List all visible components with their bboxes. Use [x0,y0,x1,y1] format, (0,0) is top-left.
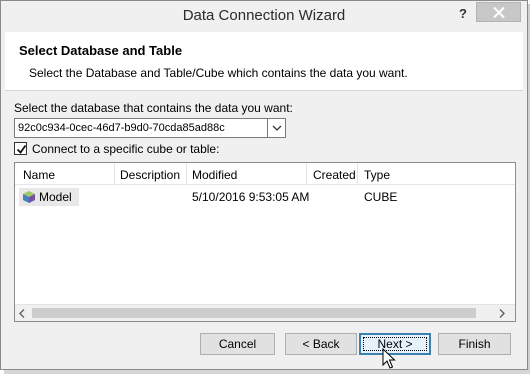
finish-button[interactable]: Finish [438,333,511,355]
dialog-window: Data Connection Wizard ? Select Database… [0,0,528,370]
title-bar[interactable]: Data Connection Wizard ? [1,1,527,32]
column-name[interactable]: Name [23,168,55,182]
scroll-left-icon[interactable] [19,309,25,318]
page-subtitle: Select the Database and Table/Cube which… [29,66,408,80]
cube-model-icon [23,191,35,203]
table-header: Name Description Modified Created Type [15,163,515,185]
cell-name: Model [39,190,72,204]
dropdown-button[interactable] [267,119,285,137]
cancel-button[interactable]: Cancel [200,333,275,355]
window-shadow-bottom [4,370,530,374]
chevron-down-icon [272,125,282,131]
cell-modified: 5/10/2016 9:53:05 AM [192,190,310,204]
close-icon [493,7,505,18]
column-created[interactable]: Created [313,168,356,182]
cell-type: CUBE [364,190,398,204]
column-separator [186,163,187,185]
column-separator [306,163,307,185]
scrollbar-thumb[interactable] [32,308,476,318]
window-title: Data Connection Wizard [182,7,346,24]
database-value: 92c0c934-0cec-46d7-b9d0-70cda85ad88c [18,122,225,134]
back-button[interactable]: < Back [285,333,357,355]
database-select[interactable]: 92c0c934-0cec-46d7-b9d0-70cda85ad88c [14,118,286,138]
wizard-header: Select Database and Table Select the Dat… [5,32,523,91]
horizontal-scrollbar[interactable] [15,304,515,321]
scroll-right-icon[interactable] [499,309,505,318]
column-description[interactable]: Description [120,168,180,182]
close-button[interactable] [476,2,521,22]
cube-checkbox[interactable] [14,142,27,155]
checkmark-icon [16,144,27,154]
page-title: Select Database and Table [19,43,183,58]
column-type[interactable]: Type [364,168,390,182]
column-modified[interactable]: Modified [192,168,237,182]
database-label: Select the database that contains the da… [14,101,293,115]
help-button[interactable]: ? [453,4,473,24]
column-separator [114,163,115,185]
mouse-cursor-icon [382,348,396,369]
column-separator [357,163,358,185]
table-row[interactable]: Model 5/10/2016 9:53:05 AM CUBE [15,188,515,206]
cube-checkbox-label: Connect to a specific cube or table: [32,142,220,156]
cube-table-list[interactable]: Name Description Modified Created Type M… [14,162,516,322]
